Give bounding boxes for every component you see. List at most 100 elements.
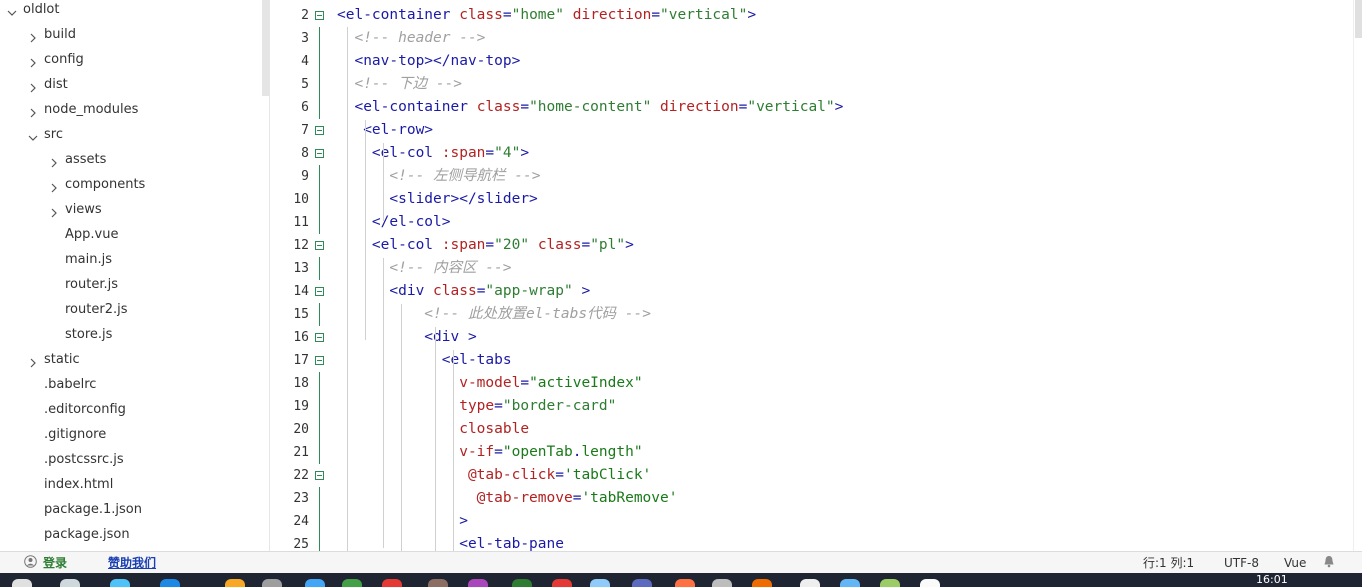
taskbar-app-icon[interactable] [160,579,180,587]
tree-item[interactable]: index.html [28,472,113,497]
code-token: </el-col> [337,214,451,230]
taskbar-app-icon[interactable] [305,579,325,587]
taskbar-app-icon[interactable] [342,579,362,587]
chevron-right-icon[interactable] [28,55,38,67]
fold-toggle-icon[interactable] [315,126,324,135]
tree-item-label: build [44,27,76,42]
fold-toggle-icon[interactable] [315,333,324,342]
taskbar-app-icon[interactable] [840,579,860,587]
code-line[interactable]: closable [337,418,529,441]
chevron-right-icon[interactable] [49,155,59,167]
code-editor[interactable]: <el-container class="home" direction="ve… [337,0,1352,551]
encoding-indicator[interactable]: UTF-8 [1224,555,1259,571]
fold-toggle-icon[interactable] [315,149,324,158]
tree-item[interactable]: .editorconfig [28,397,126,422]
user-icon[interactable] [24,555,37,572]
code-line[interactable]: <el-row> [337,119,433,142]
chevron-down-icon[interactable] [7,5,17,16]
tree-item[interactable]: .babelrc [28,372,96,397]
code-line[interactable]: <nav-top></nav-top> [337,50,520,73]
taskbar-app-icon[interactable] [12,579,32,587]
tree-item[interactable]: config [28,47,84,72]
code-line[interactable]: <el-col :span="20" class="pl"> [337,234,634,257]
code-line[interactable]: <div class="app-wrap" > [337,280,590,303]
code-line[interactable]: <el-tabs [337,349,512,372]
chevron-right-icon[interactable] [49,205,59,217]
code-line[interactable]: <!-- 此处放置el-tabs代码 --> [337,303,651,326]
taskbar-app-icon[interactable] [110,579,130,587]
taskbar-app-icon[interactable] [675,579,695,587]
code-line[interactable]: <!-- header --> [337,27,485,50]
login-link[interactable]: 登录 [43,555,67,571]
code-line[interactable]: @tab-remove='tabRemove' [337,487,678,510]
code-token: direction [572,7,652,23]
code-line[interactable]: <el-container class="home-content" direc… [337,96,843,119]
cursor-position[interactable]: 行:1 列:1 [1143,555,1194,571]
chevron-right-icon[interactable] [28,30,38,42]
taskbar-app-icon[interactable] [512,579,532,587]
tree-item[interactable]: store.js [49,322,112,347]
tree-item[interactable]: build [28,22,76,47]
code-token: direction [660,99,739,115]
code-line[interactable]: type="border-card" [337,395,616,418]
sponsor-link[interactable]: 赞助我们 [108,555,156,571]
bell-icon[interactable] [1323,555,1335,572]
code-line[interactable]: @tab-click='tabClick' [337,464,651,487]
chevron-right-icon[interactable] [28,105,38,117]
fold-toggle-icon[interactable] [315,356,324,365]
code-line[interactable]: <!-- 左侧导航栏 --> [337,165,540,188]
tree-item[interactable]: assets [49,147,106,172]
chevron-right-icon[interactable] [28,355,38,367]
tree-item[interactable]: static [28,347,80,372]
chevron-right-icon[interactable] [28,80,38,92]
tree-item[interactable]: src [28,122,63,147]
code-line[interactable]: <div > [337,326,476,349]
taskbar-app-icon[interactable] [632,579,652,587]
taskbar-clock[interactable]: 16:01 [1256,574,1288,586]
taskbar-app-icon[interactable] [712,579,732,587]
fold-toggle-icon[interactable] [315,471,324,480]
code-line[interactable]: <slider></slider> [337,188,537,211]
tree-item[interactable]: dist [28,72,68,97]
code-line[interactable]: <el-container class="home" direction="ve… [337,4,756,27]
code-line[interactable]: <el-tab-pane [337,533,564,551]
fold-toggle-icon[interactable] [315,287,324,296]
fold-toggle-icon[interactable] [315,11,324,20]
tree-item[interactable]: router.js [49,272,118,297]
taskbar-app-icon[interactable] [800,579,820,587]
taskbar-app-icon[interactable] [225,579,245,587]
taskbar-app-icon[interactable] [428,579,448,587]
tree-item[interactable]: router2.js [49,297,127,322]
fold-toggle-icon[interactable] [315,241,324,250]
code-token: @tab-remove [337,490,573,506]
taskbar-app-icon[interactable] [552,579,572,587]
sidebar-scrollbar[interactable] [262,0,269,96]
taskbar-app-icon[interactable] [60,579,80,587]
taskbar-app-icon[interactable] [590,579,610,587]
taskbar-app-icon[interactable] [468,579,488,587]
taskbar-app-icon[interactable] [920,579,940,587]
editor-scroll-thumb[interactable] [1355,0,1362,38]
tree-item[interactable]: node_modules [28,97,138,122]
tree-item[interactable]: package.json [28,522,130,547]
tree-item[interactable]: oldlot [7,0,59,22]
chevron-down-icon[interactable] [28,130,38,141]
tree-item[interactable]: views [49,197,102,222]
tree-item[interactable]: components [49,172,145,197]
chevron-right-icon[interactable] [49,180,59,192]
tree-item[interactable]: App.vue [49,222,118,247]
code-line[interactable]: > [337,510,468,533]
editor-scrollbar[interactable] [1353,0,1362,551]
tree-item[interactable]: package.1.json [28,497,142,522]
tree-item[interactable]: .postcssrc.js [28,447,124,472]
code-line[interactable]: <!-- 下边 --> [337,73,462,96]
taskbar-app-icon[interactable] [880,579,900,587]
taskbar-app-icon[interactable] [262,579,282,587]
language-indicator[interactable]: Vue [1284,555,1306,571]
code-line[interactable]: <!-- 内容区 --> [337,257,511,280]
code-line[interactable]: </el-col> [337,211,451,234]
tree-item[interactable]: .gitignore [28,422,106,447]
taskbar-app-icon[interactable] [752,579,772,587]
tree-item[interactable]: main.js [49,247,112,272]
taskbar-app-icon[interactable] [382,579,402,587]
